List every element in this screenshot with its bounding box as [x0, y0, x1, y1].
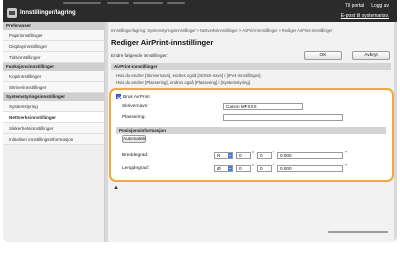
use-airprint-checkbox[interactable]	[116, 94, 121, 99]
note-printer-name: Hvis du endrer [Skrivernavn], endres ogs…	[116, 73, 262, 78]
breadcrumb-separator: >	[196, 28, 200, 33]
breadcrumb-item-root[interactable]: Innstillinger/lagring: Systemstyringsinn…	[111, 28, 196, 33]
sidebar-section-preferences: Preferanser	[3, 22, 104, 30]
app-title: Innstillinger/lagring	[20, 10, 76, 16]
top-bar: Innstillinger/lagring Til portal Logg av …	[3, 0, 397, 22]
latitude-direction-select[interactable]: N	[214, 152, 233, 159]
use-airprint-row[interactable]: Bruk AirPrint	[116, 94, 150, 100]
sidebar-item-paper[interactable]: Papirinnstillinger	[3, 30, 104, 41]
longitude-minutes-input[interactable]: 0	[257, 165, 272, 172]
longitude-degrees-input[interactable]: 0	[236, 165, 251, 172]
use-airprint-label: Bruk AirPrint	[123, 94, 150, 100]
breadcrumb: Innstillinger/lagring: Systemstyringsinn…	[111, 28, 393, 33]
sidebar-item-copy[interactable]: Kopiinnstillinger	[3, 71, 104, 82]
degree-unit: °	[252, 164, 254, 170]
blurred-text	[133, 2, 163, 4]
latitude-degrees-input[interactable]: 0	[236, 152, 251, 159]
degree-unit: °	[252, 151, 254, 157]
minute-unit: '	[273, 164, 274, 170]
location-label: Plassering:	[122, 115, 146, 120]
airprint-section-header: AirPrint-innstillinger	[111, 63, 391, 70]
sidebar-item-system-management[interactable]: Systemstyring	[3, 101, 104, 112]
instruction-text: Endre følgende innstillinger:	[111, 53, 168, 58]
page-title: Rediger AirPrint-innstillinger	[111, 38, 214, 47]
location-input[interactable]	[223, 114, 343, 121]
sidebar: Preferanser Papirinnstillinger Displayin…	[3, 22, 105, 242]
longitude-seconds-input[interactable]: 0.000	[277, 165, 343, 172]
mail-admin-link[interactable]: E-post til systemansv.	[341, 13, 389, 19]
printer-name-label: Skrivernavn:	[122, 104, 149, 109]
topbar-links: Til portal Logg av	[338, 3, 389, 9]
portal-link[interactable]: Til portal	[345, 3, 364, 9]
sidebar-item-display[interactable]: Displayinnstillinger	[3, 41, 104, 52]
chevron-down-icon	[228, 153, 232, 158]
blurred-text	[167, 2, 185, 4]
position-section-header: Posisjonsinformasjon	[116, 127, 386, 134]
sidebar-item-network[interactable]: Nettverksinnstillinger	[3, 112, 104, 123]
longitude-direction-select[interactable]: Ø	[214, 165, 233, 172]
cancel-button[interactable]: Avbryt	[352, 51, 390, 60]
sidebar-section-system: Systemstyringsinnstillinger	[3, 93, 104, 101]
note-location: Hvis du endrer [Plassering], endres også…	[116, 80, 252, 85]
second-unit: "	[345, 151, 347, 157]
breadcrumb-item-airprint[interactable]: AirPrint-innstillinger	[242, 28, 277, 33]
logout-link[interactable]: Logg av	[371, 3, 389, 9]
minute-unit: '	[273, 151, 274, 157]
longitude-direction-value: Ø	[217, 166, 221, 171]
latitude-minutes-input[interactable]: 0	[257, 152, 272, 159]
sidebar-item-time[interactable]: Tidsinnstillinger	[3, 52, 104, 63]
back-to-top-icon[interactable]: ▲	[113, 185, 119, 191]
sidebar-item-initialize[interactable]: Initialiser innstillingsinformasjon	[3, 134, 104, 145]
second-unit: "	[345, 164, 347, 170]
device-screen: Innstillinger/lagring Til portal Logg av …	[3, 0, 397, 242]
main-content: Innstillinger/lagring: Systemstyringsinn…	[108, 22, 394, 242]
breadcrumb-item-network[interactable]: Nettverksinnstillinger	[200, 28, 238, 33]
longitude-label: Lengdegrad:	[122, 166, 149, 171]
latitude-label: Breddegrad:	[122, 153, 149, 158]
latitude-seconds-input[interactable]: 0.000	[277, 152, 343, 159]
blurred-text	[63, 2, 101, 4]
latitude-direction-value: N	[217, 153, 221, 158]
automatic-button[interactable]: Automatisk	[122, 135, 146, 143]
sidebar-item-printer[interactable]: Skriverinnstillinger	[3, 82, 104, 93]
breadcrumb-current: Rediger AirPrint-innstillinger	[281, 28, 333, 33]
ok-button[interactable]: OK	[304, 51, 342, 60]
sidebar-section-functions: Funksjonsinnstillinger	[3, 63, 104, 71]
settings-app-icon	[7, 8, 17, 18]
blurred-text	[107, 2, 129, 4]
footer-copyright-blurred	[328, 231, 388, 233]
chevron-down-icon	[228, 166, 232, 171]
breadcrumb-separator: >	[238, 28, 242, 33]
breadcrumb-separator: >	[278, 28, 281, 33]
sidebar-item-security[interactable]: Sikkerhetsinnstillinger	[3, 123, 104, 134]
printer-name-input[interactable]: Canon MFXXX	[223, 103, 303, 110]
